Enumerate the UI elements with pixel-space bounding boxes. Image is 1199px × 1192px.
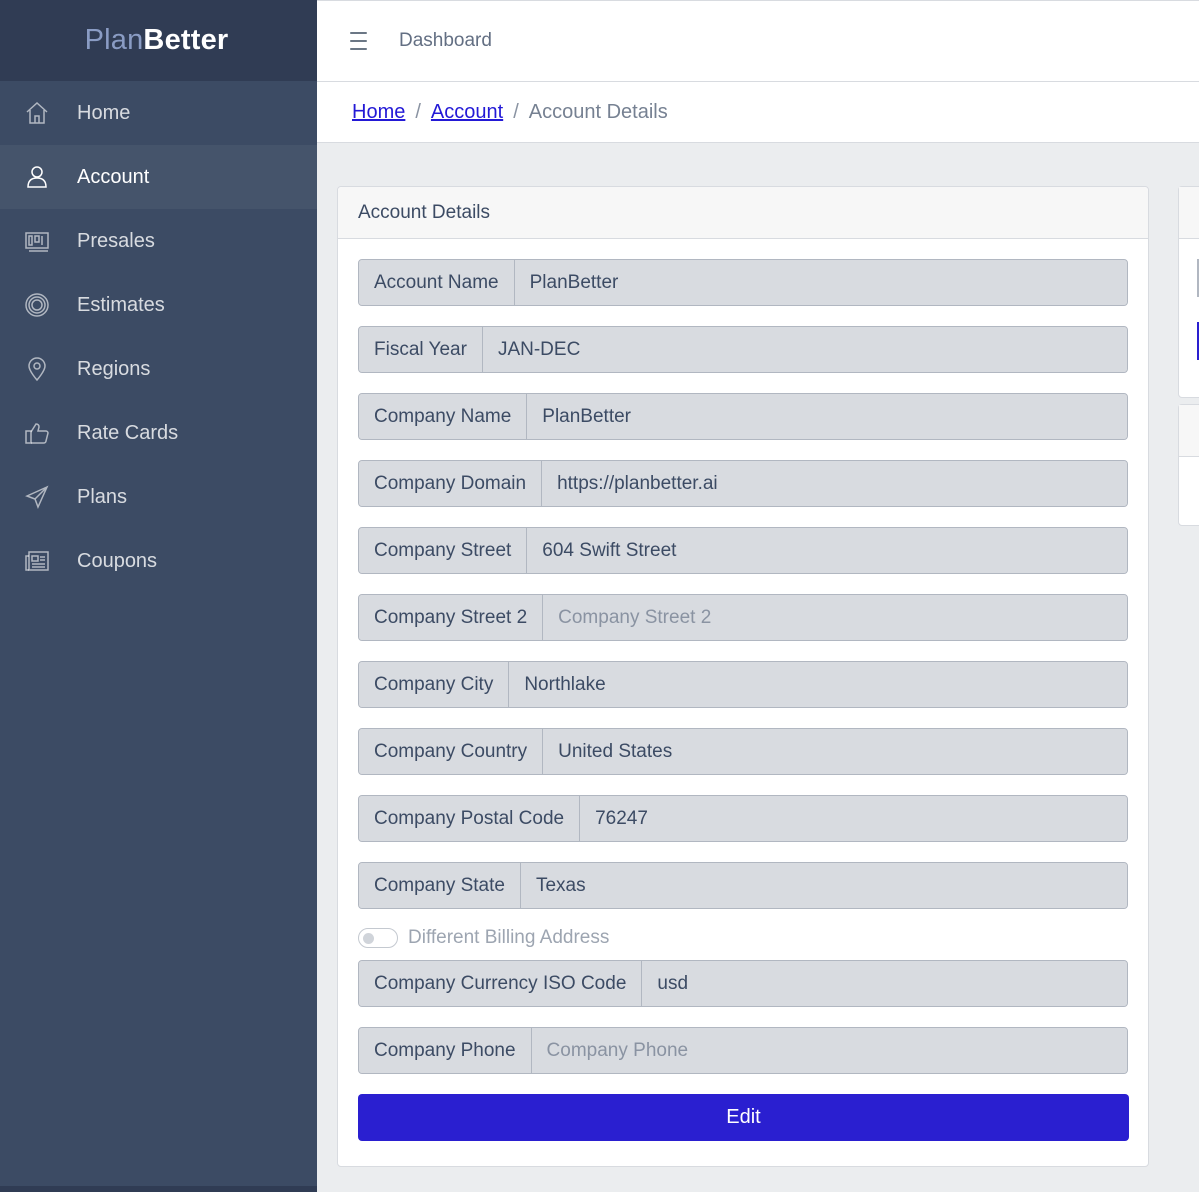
- company-street-field[interactable]: [527, 528, 1127, 573]
- company-domain-group: Company Domain: [358, 460, 1128, 507]
- company-postal-code-group: Company Postal Code: [358, 795, 1128, 842]
- account-name-group: Account Name: [358, 259, 1128, 306]
- breadcrumb-separator: /: [415, 101, 421, 123]
- location-pin-icon: [24, 356, 50, 382]
- company-street-2-label: Company Street 2: [359, 595, 544, 640]
- company-phone-label: Company Phone: [359, 1028, 532, 1073]
- breadcrumb-current: Account Details: [528, 101, 668, 123]
- company-city-field[interactable]: [509, 662, 1127, 707]
- company-domain-label: Company Domain: [359, 461, 543, 506]
- breadcrumb-separator: /: [513, 101, 519, 123]
- card-title: Account Details: [338, 187, 1148, 239]
- company-street-label: Company Street: [359, 528, 528, 573]
- sidebar-item-plans[interactable]: Plans: [0, 465, 317, 529]
- sidebar-item-presales[interactable]: Presales: [0, 209, 317, 273]
- sidebar-item-label: Plans: [77, 485, 128, 508]
- presales-icon: [24, 228, 50, 254]
- company-domain-field[interactable]: [542, 461, 1127, 506]
- sidebar-item-label: Estimates: [77, 293, 165, 316]
- newspaper-icon: [24, 548, 50, 574]
- company-country-group: Company Country: [358, 728, 1128, 775]
- company-city-label: Company City: [359, 662, 510, 707]
- sidebar-item-label: Home: [77, 101, 131, 124]
- company-street-2-field[interactable]: [543, 595, 1127, 640]
- company-state-label: Company State: [359, 863, 521, 908]
- fiscal-year-field[interactable]: [482, 327, 1127, 372]
- company-phone-group: Company Phone: [358, 1027, 1128, 1074]
- company-phone-field[interactable]: [531, 1028, 1127, 1073]
- company-name-field[interactable]: [527, 394, 1127, 439]
- sidebar-item-label: Rate Cards: [77, 421, 179, 444]
- sidebar-item-label: Presales: [77, 229, 155, 252]
- company-currency-label: Company Currency ISO Code: [359, 961, 643, 1006]
- paper-plane-icon: [24, 484, 50, 510]
- card-body: Account Name Fiscal Year Company Name Co…: [338, 239, 1148, 1141]
- side-card-header: [1179, 187, 1199, 239]
- account-details-card: Account Details Account Name Fiscal Year…: [337, 186, 1149, 1167]
- breadcrumb-home-link[interactable]: Home: [352, 101, 405, 124]
- home-icon: [24, 100, 50, 126]
- company-state-group: Company State: [358, 862, 1128, 909]
- user-icon: [24, 164, 50, 190]
- sidebar: Plan Better Home Account Presales Estima…: [0, 0, 317, 1192]
- company-name-label: Company Name: [359, 394, 528, 439]
- sidebar-item-estimates[interactable]: Estimates: [0, 273, 317, 337]
- company-street-group: Company Street: [358, 527, 1128, 574]
- brand-part-better: Better: [143, 24, 229, 56]
- sidebar-minimizer[interactable]: [0, 1186, 317, 1192]
- company-postal-code-label: Company Postal Code: [359, 796, 581, 841]
- account-name-label: Account Name: [359, 260, 515, 305]
- sidebar-item-coupons[interactable]: Coupons: [0, 529, 317, 593]
- estimates-icon: [24, 292, 50, 318]
- sidebar-nav: Home Account Presales Estimates Regions: [0, 81, 317, 593]
- sidebar-item-label: Account: [77, 165, 150, 188]
- sidebar-item-regions[interactable]: Regions: [0, 337, 317, 401]
- sidebar-item-rate-cards[interactable]: Rate Cards: [0, 401, 317, 465]
- side-card-header: [1179, 405, 1199, 457]
- breadcrumb-account-link[interactable]: Account: [431, 101, 503, 124]
- different-billing-address-toggle[interactable]: [358, 927, 398, 948]
- company-currency-group: Company Currency ISO Code: [358, 960, 1128, 1007]
- header-dashboard-link[interactable]: Dashboard: [399, 30, 492, 52]
- billing-address-toggle-row: Different Billing Address: [358, 925, 1128, 950]
- company-country-label: Company Country: [359, 729, 544, 774]
- company-currency-field[interactable]: [642, 961, 1127, 1006]
- edit-button[interactable]: Edit: [358, 1094, 1129, 1141]
- side-card-partial: [1178, 186, 1199, 398]
- hamburger-icon[interactable]: [350, 32, 372, 50]
- brand-logo[interactable]: Plan Better: [0, 0, 317, 81]
- different-billing-address-label: Different Billing Address: [408, 926, 610, 948]
- side-card-partial-2: [1178, 404, 1199, 526]
- company-postal-code-field[interactable]: [580, 796, 1127, 841]
- header: Dashboard Home / Account / Account Detai…: [317, 0, 1199, 143]
- header-top-bar: Dashboard: [317, 1, 1199, 82]
- brand-part-plan: Plan: [84, 24, 144, 56]
- sidebar-item-account[interactable]: Account: [0, 145, 317, 209]
- fiscal-year-label: Fiscal Year: [359, 327, 483, 372]
- thumbs-up-icon: [24, 420, 50, 446]
- company-street-2-group: Company Street 2: [358, 594, 1128, 641]
- company-state-field[interactable]: [520, 863, 1127, 908]
- sidebar-item-label: Regions: [77, 357, 151, 380]
- sidebar-item-home[interactable]: Home: [0, 81, 317, 145]
- account-name-field[interactable]: [514, 260, 1127, 305]
- company-country-field[interactable]: [543, 729, 1127, 774]
- sidebar-item-label: Coupons: [77, 549, 158, 572]
- company-city-group: Company City: [358, 661, 1128, 708]
- breadcrumb: Home / Account / Account Details: [317, 82, 1199, 143]
- company-name-group: Company Name: [358, 393, 1128, 440]
- fiscal-year-group: Fiscal Year: [358, 326, 1128, 373]
